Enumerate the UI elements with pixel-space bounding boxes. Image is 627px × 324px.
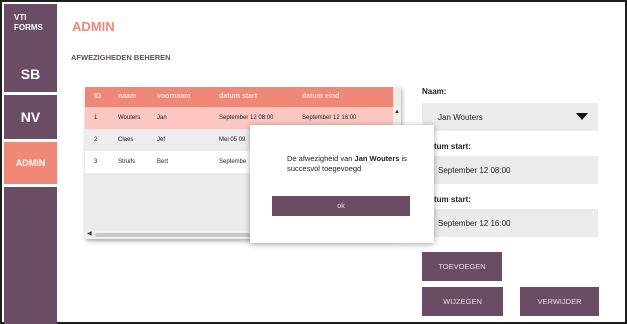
scroll-up-icon[interactable]: ▲ xyxy=(394,109,400,115)
cell-id: 3 xyxy=(94,159,98,165)
success-dialog: De afwezigheid van Jan Wouters is succes… xyxy=(250,125,434,243)
naam-select-value: Jan Wouters xyxy=(438,112,483,122)
datum-start-label: tum start: xyxy=(434,142,471,151)
cell-datum-start: Septembe xyxy=(219,159,247,165)
ok-button[interactable]: ok xyxy=(272,196,410,216)
toevoegen-button[interactable]: TOEVOEGEN xyxy=(422,252,502,281)
column-header-voornaam[interactable]: voornaam xyxy=(157,87,190,107)
datum-eind-label: tum start: xyxy=(434,195,471,204)
column-header-datum-eind[interactable]: datum eind xyxy=(302,87,339,107)
column-header-datum-start[interactable]: datum start xyxy=(219,87,257,107)
wijzigen-button[interactable]: WIJZEGEN xyxy=(422,287,503,316)
naam-select[interactable]: Jan Wouters xyxy=(422,103,598,131)
cell-id: 2 xyxy=(94,137,98,143)
cell-datum-start: Mei 05 09 xyxy=(219,137,246,143)
naam-label: Naam: xyxy=(422,87,447,96)
cell-naam: Claes xyxy=(118,137,134,143)
datum-eind-field[interactable]: September 12 16:00 xyxy=(422,209,598,237)
scrollbar-thumb[interactable] xyxy=(95,233,255,237)
sidebar-item-sb[interactable]: SB xyxy=(4,52,57,96)
verwijder-button[interactable]: VERWIJDER xyxy=(520,287,599,316)
section-title: AFWEZIGHEDEN BEHEREN xyxy=(71,53,171,62)
datum-eind-value: September 12 16:00 xyxy=(438,218,511,228)
datum-start-field[interactable]: September 12 08:00 xyxy=(422,156,598,184)
cell-naam: Wouters xyxy=(118,115,141,121)
dialog-message: De afwezigheid van Jan Wouters is succes… xyxy=(287,154,422,174)
column-header-naam[interactable]: naam xyxy=(118,87,136,107)
sidebar-item-admin[interactable]: ADMIN xyxy=(4,142,57,184)
dropdown-caret-icon xyxy=(576,113,588,120)
table-header: ID naam voornaam datum start datum eind xyxy=(85,87,393,107)
column-header-id[interactable]: ID xyxy=(94,87,101,107)
scroll-left-icon[interactable]: ◀ xyxy=(87,230,92,237)
cell-voornaam: Jan xyxy=(157,115,167,121)
datum-start-value: September 12 08:00 xyxy=(438,165,511,175)
cell-voornaam: Bert xyxy=(157,159,169,165)
sidebar-item-nv[interactable]: NV xyxy=(4,95,57,139)
sidebar: VTI FORMS SB NV ADMIN xyxy=(4,4,57,324)
dialog-message-name: Jan Wouters xyxy=(354,154,400,163)
cell-naam: Struifs xyxy=(118,159,136,165)
app-logo: VTI FORMS xyxy=(14,13,43,33)
page-title: ADMIN xyxy=(72,19,115,34)
app-window: VTI FORMS SB NV ADMIN ADMIN AFWEZIGHEDEN… xyxy=(0,0,627,324)
logo-line-2: FORMS xyxy=(14,23,43,32)
dialog-message-prefix: De afwezigheid van xyxy=(287,154,355,163)
logo-line-1: VTI xyxy=(14,13,27,22)
sidebar-divider xyxy=(4,184,57,187)
cell-id: 1 xyxy=(94,115,98,121)
cell-voornaam: Jef xyxy=(157,137,166,143)
